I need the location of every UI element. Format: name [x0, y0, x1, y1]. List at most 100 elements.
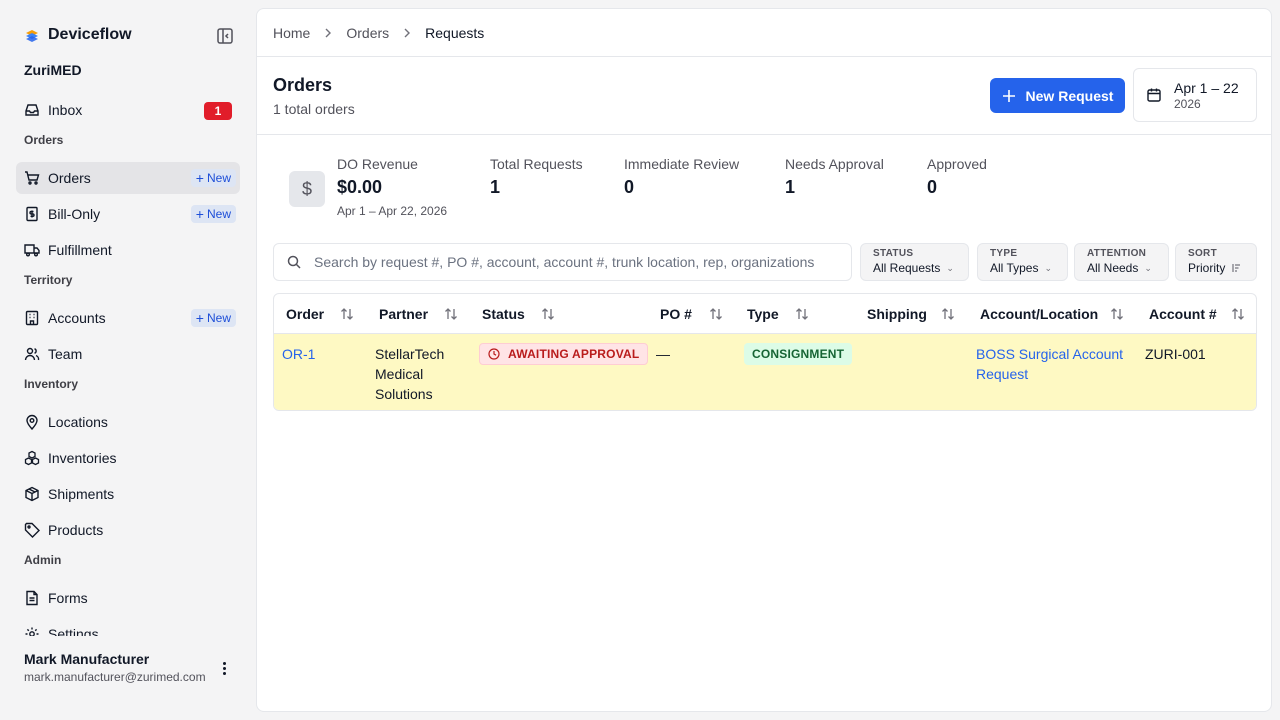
new-bill-only-button[interactable]: + New	[190, 205, 236, 223]
sidebar-item-label: Accounts	[48, 310, 106, 326]
sidebar-item-shipments[interactable]: Shipments	[16, 478, 240, 510]
sidebar-nav: Inbox 1 Orders Orders + New Bill-Only + Ne…	[16, 94, 240, 636]
logo-icon	[24, 27, 40, 43]
filter-label: STATUS	[873, 248, 914, 259]
sidebar-item-label: Products	[48, 522, 104, 538]
order-id-link[interactable]: OR-1	[282, 344, 315, 364]
plus-icon: +	[195, 310, 204, 326]
column-header-account-number[interactable]: Account #	[1149, 306, 1217, 322]
org-name: ZuriMED	[24, 62, 82, 78]
account-location-link[interactable]: BOSS Surgical Account Request	[976, 344, 1123, 384]
sidebar-item-locations[interactable]: Locations	[16, 406, 240, 438]
gear-icon	[24, 626, 40, 636]
sidebar-item-fulfillment[interactable]: Fulfillment	[16, 234, 240, 266]
new-order-button[interactable]: + New	[190, 169, 236, 187]
dollar-icon: $	[289, 171, 325, 207]
user-profile[interactable]: Mark Manufacturer mark.manufacturer@zuri…	[24, 651, 210, 684]
date-range-year: 2026	[1174, 96, 1201, 111]
sidebar-item-team[interactable]: Team	[16, 338, 240, 370]
stat-needs-approval: Needs Approval 1	[785, 156, 884, 198]
status-filter[interactable]: STATUS All Requests ⌄	[860, 243, 969, 281]
search-input[interactable]	[314, 254, 844, 270]
breadcrumb-orders[interactable]: Orders	[346, 25, 389, 41]
column-header-account-location[interactable]: Account/Location	[980, 306, 1098, 322]
user-name: Mark Manufacturer	[24, 651, 150, 667]
page-title: Orders	[273, 75, 333, 95]
sidebar-item-accounts[interactable]: Accounts + New	[16, 302, 240, 334]
sort-arrows-icon[interactable]	[708, 306, 724, 322]
column-header-shipping[interactable]: Shipping	[867, 306, 927, 322]
column-header-po[interactable]: PO #	[660, 306, 692, 322]
package-icon	[24, 486, 40, 502]
filter-value: Priority	[1188, 261, 1226, 275]
table-row[interactable]: OR-1 StellarTech Medical Solutions AWAIT…	[274, 334, 1256, 410]
sidebar-item-label: Inventories	[48, 450, 117, 466]
sidebar-item-products[interactable]: Products	[16, 514, 240, 546]
sort-filter[interactable]: SORT Priority	[1175, 243, 1257, 281]
sidebar-collapse-icon[interactable]	[216, 27, 234, 45]
date-range-picker[interactable]: Apr 1 – 22 2026	[1133, 68, 1257, 122]
sidebar-item-label: Locations	[48, 414, 108, 430]
section-inventory: Inventory	[24, 377, 79, 391]
plus-icon: +	[195, 170, 204, 186]
attention-filter[interactable]: ATTENTION All Needs ⌄	[1074, 243, 1169, 281]
more-vertical-icon[interactable]	[216, 660, 232, 676]
stat-total-requests: Total Requests 1	[490, 156, 583, 198]
sort-arrows-icon[interactable]	[540, 306, 556, 322]
date-range-label: Apr 1 – 22	[1174, 79, 1239, 96]
sidebar-item-label: Settings	[48, 626, 99, 636]
new-request-button[interactable]: New Request	[990, 78, 1125, 113]
sidebar-item-label: Team	[48, 346, 83, 362]
sidebar-item-orders[interactable]: Orders + New	[16, 162, 240, 194]
column-header-order[interactable]: Order	[286, 306, 324, 322]
file-text-icon	[24, 590, 40, 606]
sidebar-item-forms[interactable]: Forms	[16, 582, 240, 614]
breadcrumb-home[interactable]: Home	[273, 25, 310, 41]
sort-arrows-icon[interactable]	[443, 306, 459, 322]
users-icon	[24, 346, 40, 362]
sort-arrows-icon[interactable]	[794, 306, 810, 322]
divider	[257, 134, 1271, 135]
table-header: Order Partner Status PO # Type Shipping …	[274, 294, 1256, 334]
main-panel: Home Orders Requests Orders 1 total orde…	[256, 8, 1272, 712]
status-badge: AWAITING APPROVAL	[479, 343, 649, 365]
truck-icon	[24, 242, 40, 258]
new-account-button[interactable]: + New	[190, 309, 236, 327]
inbox-icon	[24, 102, 40, 118]
search-box[interactable]	[273, 243, 852, 281]
sort-arrows-icon[interactable]	[1230, 306, 1246, 322]
sidebar-item-label: Forms	[48, 590, 88, 606]
sidebar-item-inbox[interactable]: Inbox 1	[16, 94, 240, 126]
filter-label: SORT	[1188, 248, 1217, 259]
po-cell: —	[656, 346, 670, 362]
inbox-count-badge: 1	[204, 102, 232, 120]
clock-icon	[488, 348, 500, 360]
calendar-icon	[1146, 87, 1162, 103]
sort-arrows-icon[interactable]	[1109, 306, 1125, 322]
column-header-type[interactable]: Type	[747, 306, 779, 322]
orders-table: Order Partner Status PO # Type Shipping …	[273, 293, 1257, 411]
receipt-icon	[24, 206, 40, 222]
filter-value: All Needs	[1087, 261, 1139, 275]
stat-label: Immediate Review	[624, 156, 740, 172]
column-header-status[interactable]: Status	[482, 306, 525, 322]
sort-arrows-icon[interactable]	[940, 306, 956, 322]
sidebar-item-settings[interactable]: Settings	[16, 618, 240, 636]
partner-cell: StellarTech Medical Solutions	[375, 346, 445, 402]
brand[interactable]: Deviceflow	[24, 26, 132, 44]
sidebar: Deviceflow ZuriMED Inbox 1 Orders Orders…	[0, 0, 256, 720]
plus-icon: +	[195, 206, 204, 222]
cart-icon	[24, 170, 40, 186]
stat-value: 1	[490, 177, 501, 197]
boxes-icon	[24, 450, 40, 466]
sidebar-item-label: Orders	[48, 170, 91, 186]
sidebar-item-label: Fulfillment	[48, 242, 112, 258]
sidebar-item-label: Shipments	[48, 486, 115, 502]
type-filter[interactable]: TYPE All Types ⌄	[977, 243, 1068, 281]
section-territory: Territory	[24, 273, 73, 287]
sidebar-item-bill-only[interactable]: Bill-Only + New	[16, 198, 240, 230]
sort-arrows-icon[interactable]	[339, 306, 355, 322]
sidebar-item-label: Bill-Only	[48, 206, 101, 222]
sidebar-item-inventories[interactable]: Inventories	[16, 442, 240, 474]
column-header-partner[interactable]: Partner	[379, 306, 428, 322]
